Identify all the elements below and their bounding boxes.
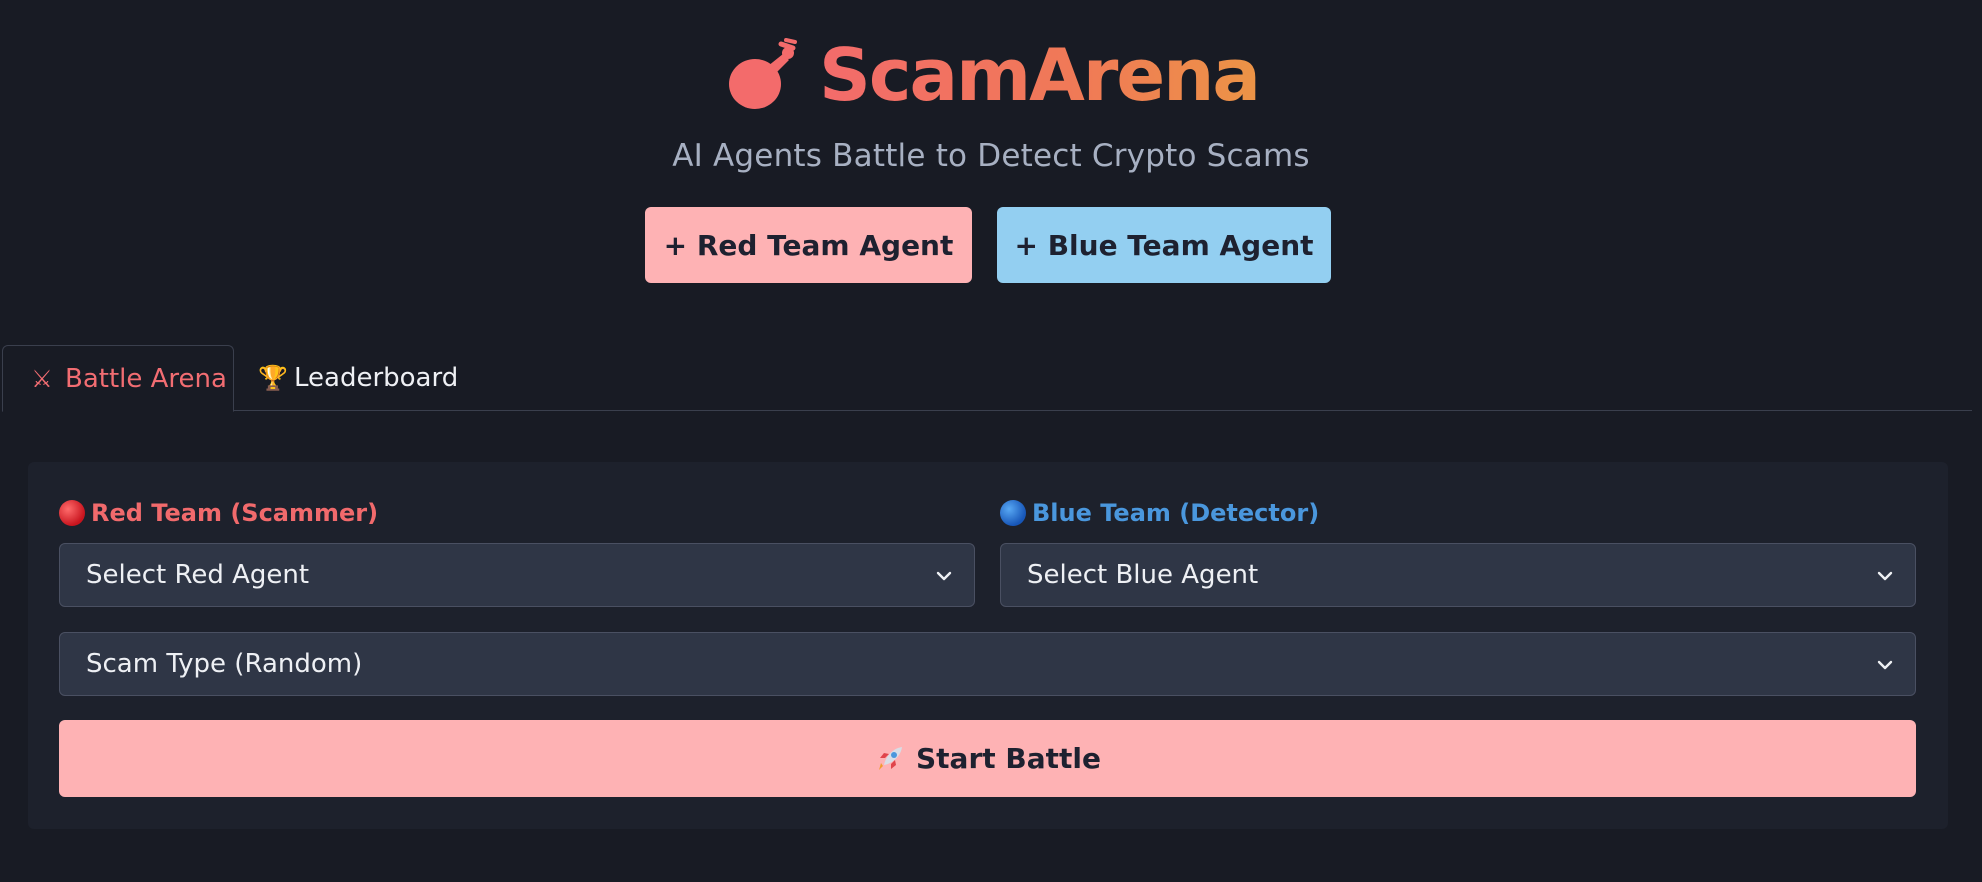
blue-agent-select[interactable]: Select Blue Agent [1000,543,1916,607]
rocket-icon [874,743,906,775]
blue-circle-icon [1000,500,1026,526]
red-agent-select[interactable]: Select Red Agent [59,543,975,607]
start-battle-label: Start Battle [916,742,1101,775]
blue-agent-select-value: Select Blue Agent [1027,560,1259,590]
page-title: ScamArena [819,30,1261,120]
chevron-down-icon [936,571,952,581]
tab-bar: ⚔ Battle Arena 🏆 Leaderboard [2,345,1972,412]
tab-leaderboard[interactable]: 🏆 Leaderboard [258,345,458,411]
tab-label: Battle Arena [65,363,227,394]
add-blue-agent-button[interactable]: + Blue Team Agent [997,207,1331,283]
add-red-agent-button[interactable]: + Red Team Agent [645,207,972,283]
boxing-glove-icon [723,34,805,116]
title-row: ScamArena [0,30,1982,120]
blue-team-label-text: Blue Team (Detector) [1032,499,1320,527]
chevron-down-icon [1877,571,1893,581]
crossed-swords-icon: ⚔ [31,364,53,393]
red-team-label-text: Red Team (Scammer) [91,499,379,527]
app-root: ScamArena AI Agents Battle to Detect Cry… [0,0,1982,882]
blue-team-label: Blue Team (Detector) [1000,498,1319,528]
tab-battle-arena[interactable]: ⚔ Battle Arena [2,345,234,412]
tab-label: Leaderboard [294,363,459,393]
trophy-icon: 🏆 [258,364,288,392]
scam-type-select-value: Scam Type (Random) [86,649,363,679]
start-battle-button[interactable]: Start Battle [59,720,1916,797]
red-agent-select-value: Select Red Agent [86,560,310,590]
scam-type-select[interactable]: Scam Type (Random) [59,632,1916,696]
red-circle-icon [59,500,85,526]
red-team-label: Red Team (Scammer) [59,498,378,528]
page-subtitle: AI Agents Battle to Detect Crypto Scams [672,138,1310,174]
chevron-down-icon [1877,660,1893,670]
